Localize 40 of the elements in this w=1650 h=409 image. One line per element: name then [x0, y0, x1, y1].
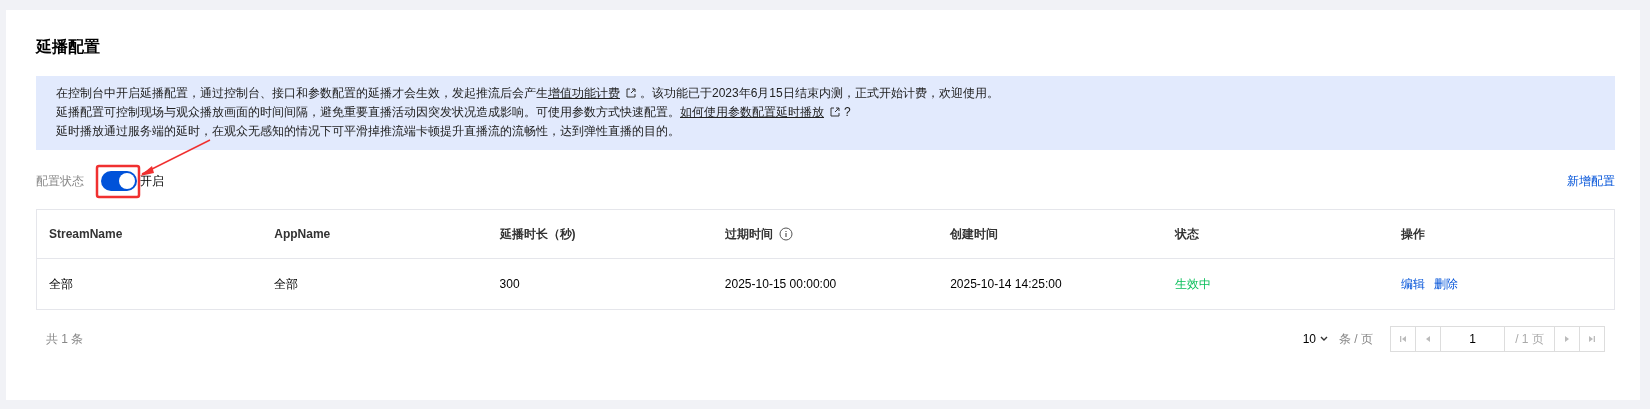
- table-cell: 全部: [274, 275, 299, 293]
- per-page-text: 条 / 页: [1339, 330, 1373, 348]
- column-header: 过期时间: [724, 225, 773, 243]
- column-header: StreamName: [49, 227, 123, 241]
- add-config-link[interactable]: 新增配置: [1567, 172, 1615, 190]
- page-size-select[interactable]: 10: [1302, 332, 1329, 346]
- column-header: 创建时间: [950, 225, 999, 243]
- last-page-icon: [1588, 335, 1596, 343]
- table-cell: 全部: [49, 275, 73, 293]
- first-page-icon: [1399, 335, 1407, 343]
- notice-text: 延时播放通过服务端的延时，在观众无感知的情况下可平滑掉推流端卡顿提升直播流的流畅性，达到弹性直播的目的。: [56, 123, 681, 140]
- table-cell: 2025-10-14 14:25:00: [950, 277, 1062, 291]
- column-header: 状态: [1175, 225, 1200, 243]
- notice-text: 延播配置可控制现场与观众播放画面的时间间隔，避免重要直播活动因突发状况造成影响。可使用参数方式快速配置。如何使用参数配置延时播放 ?: [56, 104, 852, 121]
- external-link-icon: [830, 107, 840, 117]
- total-count: 共 1 条: [46, 330, 84, 348]
- action-link[interactable]: 编辑: [1400, 275, 1425, 293]
- next-icon: [1563, 335, 1571, 343]
- action-link[interactable]: 删除: [1433, 275, 1458, 293]
- status-text: 生效中: [1175, 275, 1212, 293]
- info-icon[interactable]: [778, 227, 793, 241]
- next-page-button[interactable]: [1554, 326, 1580, 352]
- table-cell: 300: [499, 277, 520, 291]
- notice-link[interactable]: 如何使用参数配置延时播放: [680, 105, 824, 119]
- page-title: 延播配置: [36, 37, 101, 57]
- notice-link[interactable]: 增值功能计费: [548, 86, 620, 100]
- prev-icon: [1424, 335, 1432, 343]
- notice-text: 在控制台中开启延播配置，通过控制台、接口和参数配置的延播才会生效，发起推流后会产生增值功能计费 。该功能已于2023年6月15日结束内测，正式开始计费，欢迎使用。: [56, 85, 1000, 102]
- first-page-button[interactable]: [1390, 326, 1416, 352]
- prev-page-button[interactable]: [1415, 326, 1441, 352]
- status-label: 配置状态: [36, 172, 85, 190]
- table-cell: 2025-10-15 00:00:00: [724, 277, 837, 291]
- column-header: 操作: [1400, 225, 1425, 243]
- page-input[interactable]: 1: [1440, 326, 1505, 352]
- toggle-text: 开启: [140, 172, 164, 190]
- column-header: 延播时长（秒): [499, 225, 576, 243]
- external-link-icon: [626, 88, 636, 98]
- last-page-button[interactable]: [1579, 326, 1605, 352]
- column-header: AppName: [274, 227, 331, 241]
- status-toggle[interactable]: [101, 171, 137, 191]
